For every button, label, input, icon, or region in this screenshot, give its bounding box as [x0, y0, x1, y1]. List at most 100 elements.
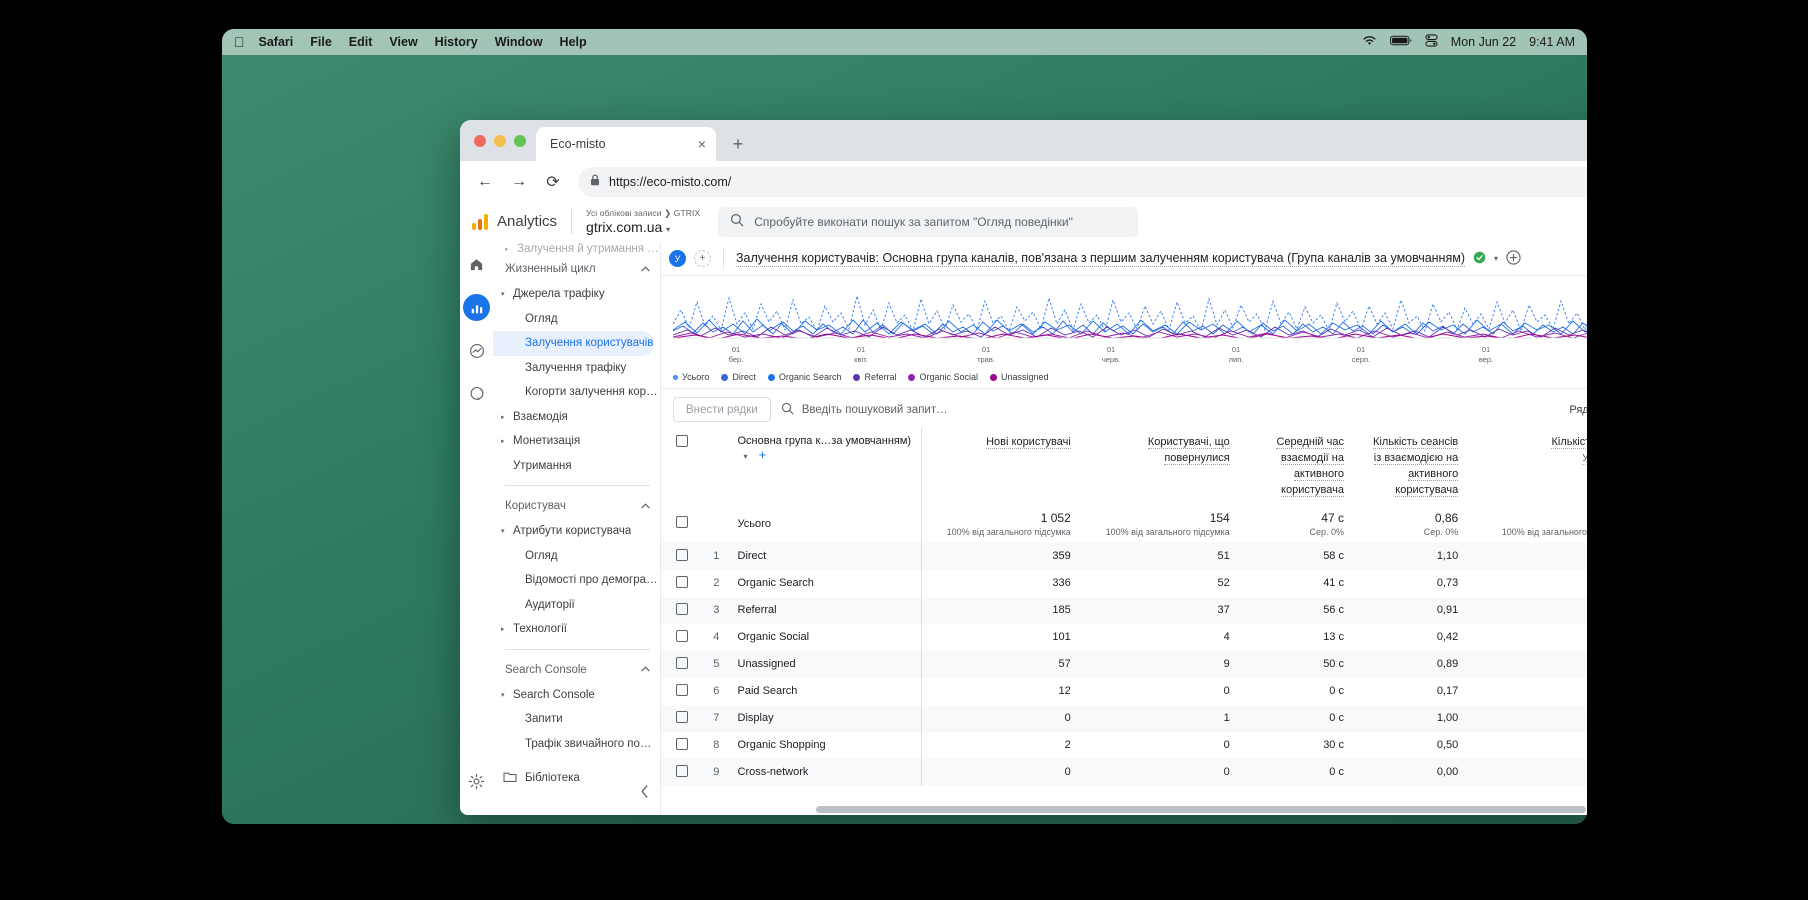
- comparison-badge[interactable]: У: [669, 250, 686, 267]
- table-row[interactable]: 4 Organic Social 101 4 13 c 0,42 467: [661, 623, 1587, 651]
- chevron-up-icon[interactable]: [641, 502, 650, 511]
- sidebar-item-engagement[interactable]: ▸ Взаємодія: [493, 405, 660, 430]
- menu-item-view[interactable]: View: [389, 35, 417, 49]
- row-checkbox[interactable]: [676, 683, 689, 696]
- row-checkbox[interactable]: [676, 575, 689, 588]
- minimize-window-button[interactable]: [494, 134, 506, 147]
- menu-item-file[interactable]: File: [310, 35, 332, 49]
- apple-logo-icon[interactable]: : [234, 35, 245, 49]
- row-checkbox-cell[interactable]: [661, 504, 704, 543]
- row-dimension[interactable]: Direct: [735, 542, 923, 570]
- back-button[interactable]: ←: [470, 167, 500, 197]
- menubar-date[interactable]: Mon Jun 22: [1451, 35, 1516, 49]
- table-row[interactable]: 1 Direct 359 51 58 c 1,10 4 796 1: [661, 542, 1587, 570]
- reload-button[interactable]: ⟳: [538, 167, 568, 197]
- close-tab-icon[interactable]: ×: [698, 136, 706, 152]
- table-row[interactable]: 9 Cross-network 0 0 0 c 0,00 2 0: [661, 758, 1587, 786]
- row-checkbox[interactable]: [676, 764, 689, 777]
- sidebar-item-organic-traffic[interactable]: Трафік звичайного пошук…: [493, 732, 660, 757]
- add-comparison-button[interactable]: +: [694, 250, 711, 267]
- row-checkbox[interactable]: [676, 548, 689, 561]
- address-bar[interactable]: https://eco-misto.com/: [578, 166, 1587, 197]
- table-row[interactable]: 2 Organic Search 336 52 41 c 0,73 2 005: [661, 569, 1587, 597]
- row-checkbox-cell[interactable]: [661, 542, 704, 570]
- explore-icon[interactable]: [463, 337, 490, 364]
- chevron-down-icon[interactable]: ▾: [744, 452, 748, 461]
- table-row[interactable]: 3 Referral 185 37 56 c 0,91 1 343: [661, 596, 1587, 624]
- sidebar-item-acquisition-cohorts[interactable]: Когорти залучення корис…: [493, 380, 660, 405]
- sidebar-item-cutoff[interactable]: ▸ Залучення й утримання кор…: [493, 242, 660, 256]
- add-rows-button[interactable]: Внести рядки: [673, 397, 771, 422]
- chevron-down-icon[interactable]: ▾: [666, 225, 670, 234]
- close-window-button[interactable]: [474, 134, 486, 147]
- sidebar-item-attributes-overview[interactable]: Огляд: [493, 544, 660, 569]
- row-dimension[interactable]: Cross-network: [735, 758, 923, 786]
- chevron-up-icon[interactable]: [641, 265, 650, 274]
- metric-header-engaged-sessions[interactable]: Кількість сеансів із взаємодією на актив…: [1354, 428, 1468, 505]
- sidebar-item-audiences[interactable]: Аудиторії: [493, 593, 660, 618]
- sidebar-item-overview[interactable]: Огляд: [493, 307, 660, 332]
- wifi-icon[interactable]: [1362, 35, 1377, 49]
- gear-icon[interactable]: [463, 768, 490, 795]
- row-dimension[interactable]: Unassigned: [735, 650, 923, 678]
- sidebar-section-lifecycle[interactable]: Жизненный цикл: [493, 256, 660, 282]
- menu-item-safari[interactable]: Safari: [259, 35, 294, 49]
- sidebar-collapse-button[interactable]: [640, 785, 650, 801]
- account-selector[interactable]: Усі облікові записи ❯ GTRIX gtrix.com.ua…: [571, 208, 700, 235]
- sidebar-item-queries[interactable]: Запити: [493, 707, 660, 732]
- row-checkbox[interactable]: [676, 602, 689, 615]
- row-dimension[interactable]: Organic Search: [735, 569, 923, 597]
- metric-header-new-users[interactable]: Нові користувачі: [922, 428, 1081, 505]
- row-dimension[interactable]: Referral: [735, 596, 923, 624]
- analytics-logo[interactable]: Analytics: [472, 213, 571, 230]
- row-checkbox[interactable]: [676, 656, 689, 669]
- sidebar-item-user-attributes[interactable]: ▾ Атрибути користувача: [493, 519, 660, 544]
- maximize-window-button[interactable]: [514, 134, 526, 147]
- row-checkbox-cell[interactable]: [661, 570, 703, 597]
- metric-header-avg-engagement-time[interactable]: Середній час взаємодії на активного кори…: [1240, 428, 1354, 505]
- table-row[interactable]: 5 Unassigned 57 9 50 c 0,89 361: [661, 650, 1587, 678]
- table-row[interactable]: 8 Organic Shopping 2 0 30 c 0,50 7 0: [661, 731, 1587, 759]
- menu-item-help[interactable]: Help: [560, 35, 587, 49]
- select-all-checkbox[interactable]: [676, 435, 689, 447]
- metric-header-sublabel[interactable]: Усі події▾: [1582, 453, 1587, 465]
- legend-item[interactable]: Усього: [673, 372, 709, 382]
- sidebar-section-search-console[interactable]: Search Console: [493, 657, 660, 683]
- sidebar-item-library[interactable]: Бібліотека: [493, 766, 660, 791]
- row-checkbox-cell[interactable]: [661, 650, 704, 678]
- horizontal-scrollbar[interactable]: [816, 806, 1587, 813]
- new-tab-button[interactable]: +: [724, 127, 752, 161]
- row-checkbox-cell[interactable]: [661, 596, 704, 624]
- row-checkbox[interactable]: [676, 710, 689, 723]
- row-checkbox-cell[interactable]: [661, 624, 703, 651]
- legend-item[interactable]: Organic Search: [767, 372, 841, 382]
- row-checkbox[interactable]: [676, 737, 689, 750]
- sidebar-item-user-acquisition[interactable]: Залучення користувачів: [493, 331, 654, 356]
- add-dimension-icon[interactable]: +: [759, 447, 767, 462]
- forward-button[interactable]: →: [504, 167, 534, 197]
- sidebar-section-user[interactable]: Користувач: [493, 493, 660, 519]
- row-dimension[interactable]: Organic Shopping: [735, 731, 923, 759]
- home-icon[interactable]: [463, 251, 490, 278]
- row-checkbox[interactable]: [676, 516, 689, 529]
- menubar-time[interactable]: 9:41 AM: [1529, 35, 1575, 49]
- sidebar-item-retention[interactable]: Утримання: [493, 454, 660, 479]
- dimension-header[interactable]: Основна група к…за умовчанням) ▾ +: [735, 428, 923, 505]
- scrollbar-thumb[interactable]: [816, 806, 1586, 813]
- row-checkbox-cell[interactable]: [661, 678, 703, 705]
- advertising-icon[interactable]: [463, 380, 490, 407]
- sidebar-item-demographic-details[interactable]: Відомості про демографіч…: [493, 568, 660, 593]
- control-center-icon[interactable]: [1425, 34, 1438, 50]
- row-dimension[interactable]: Paid Search: [735, 677, 923, 705]
- row-checkbox-cell[interactable]: [661, 758, 704, 786]
- chevron-down-icon[interactable]: ▾: [1494, 254, 1498, 263]
- metric-header-event-count[interactable]: Кількість подій Усі події▾: [1468, 428, 1587, 505]
- legend-item[interactable]: Direct: [721, 372, 756, 382]
- row-dimension[interactable]: Organic Social: [735, 623, 923, 651]
- sidebar-item-traffic-sources[interactable]: ▾ Джерела трафіку: [493, 282, 660, 307]
- menu-item-edit[interactable]: Edit: [349, 35, 373, 49]
- table-row[interactable]: 7 Display 0 1 0 c 1,00 21 0: [661, 704, 1587, 732]
- reports-icon[interactable]: [463, 294, 490, 321]
- menu-item-window[interactable]: Window: [495, 35, 543, 49]
- select-all-checkbox-cell[interactable]: [661, 428, 703, 505]
